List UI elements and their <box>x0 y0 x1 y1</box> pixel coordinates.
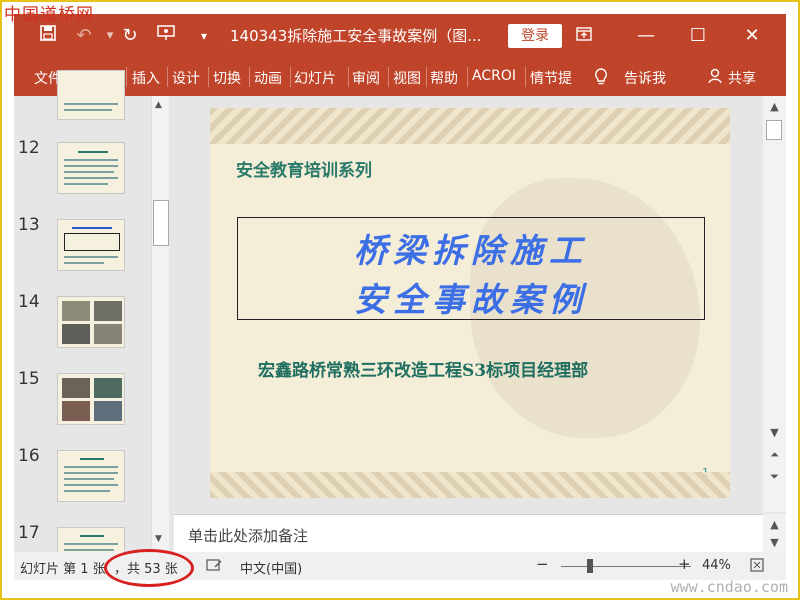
next-slide-icon[interactable]: ⏷ <box>765 468 784 486</box>
close-icon[interactable]: ✕ <box>740 24 764 48</box>
slide-border-pattern <box>210 472 730 498</box>
slide-indicator: 幻灯片 第 1 张 <box>20 562 106 577</box>
zoom-slider-knob[interactable] <box>587 559 593 573</box>
slide-organization[interactable]: 宏鑫路桥常熟三环改造工程S3标项目经理部 <box>258 356 588 381</box>
scroll-down-icon[interactable]: ▼ <box>155 534 162 544</box>
share-button[interactable]: 共享 <box>728 68 756 88</box>
slide-thumbnail[interactable] <box>57 450 125 502</box>
save-icon[interactable] <box>36 24 60 48</box>
tab-view[interactable]: 视图 <box>393 68 421 88</box>
scroll-up-icon[interactable]: ▲ <box>155 100 162 110</box>
slide-thumbnail[interactable] <box>57 142 125 194</box>
slide-thumbnail[interactable] <box>57 70 125 120</box>
previous-slide-icon[interactable]: ⏶ <box>765 446 784 464</box>
notes-pane[interactable]: 单击此处添加备注 <box>174 514 763 552</box>
thumbnail-scrollbar[interactable]: ▲ ▼ <box>151 96 169 552</box>
lightbulb-icon <box>594 68 608 90</box>
notes-placeholder[interactable]: 单击此处添加备注 <box>188 525 308 546</box>
slide-title-line2: 安全事故案例 <box>354 280 588 319</box>
login-button[interactable]: 登录 <box>508 24 562 48</box>
slide-canvas[interactable]: 安全教育培训系列 桥梁拆除施工 安全事故案例 宏鑫路桥常熟三环改造工程S3标项目… <box>210 108 730 498</box>
slide-thumbnail[interactable] <box>57 219 125 271</box>
tab-insert[interactable]: 插入 <box>132 68 160 88</box>
slide-title-line1: 桥梁拆除施工 <box>354 231 588 270</box>
customize-icon[interactable]: ▾ <box>192 24 216 48</box>
zoom-slider[interactable] <box>561 566 691 567</box>
thumbnail-number: 15 <box>18 369 40 389</box>
slide-title-box[interactable]: 桥梁拆除施工 安全事故案例 <box>237 217 705 320</box>
tab-design[interactable]: 设计 <box>172 68 200 88</box>
document-title: 140343拆除施工安全事故案例（图... <box>230 27 482 45</box>
zoom-in-icon[interactable]: + <box>678 555 691 573</box>
tab-review[interactable]: 审阅 <box>352 68 380 88</box>
thumbnail-number: 14 <box>18 292 40 312</box>
scroll-down-icon[interactable]: ▼ <box>765 424 784 442</box>
thumbnail-number: 16 <box>18 446 40 466</box>
slide-thumbnail[interactable] <box>57 373 125 425</box>
zoom-level[interactable]: 44% <box>702 558 731 573</box>
thumbnail-scroll-thumb[interactable] <box>153 200 169 246</box>
minimize-icon[interactable]: — <box>634 24 658 48</box>
maximize-icon[interactable]: ☐ <box>686 24 710 48</box>
slide-scroll-thumb[interactable] <box>766 120 782 140</box>
ribbon-tabs: 文件 开始 插入 设计 切换 动画 幻灯片 审阅 视图 帮助 ACROI 情节提… <box>14 58 786 96</box>
zoom-out-icon[interactable]: − <box>536 555 549 573</box>
url-watermark: www.cndao.com <box>670 578 788 596</box>
scroll-up-icon[interactable]: ▲ <box>765 98 784 116</box>
fit-to-window-icon[interactable] <box>750 558 764 576</box>
slide-scrollbar[interactable]: ▲ ▼ ⏶ ⏷ <box>763 96 786 512</box>
tab-help[interactable]: 帮助 <box>430 68 458 88</box>
tab-acrobat[interactable]: ACROI <box>472 68 524 84</box>
slide-thumbnail[interactable] <box>57 296 125 348</box>
work-area: 12 13 14 15 16 17 ▲ ▼ 安全教育培训系列 桥梁拆除施工 安全… <box>14 70 786 557</box>
scroll-up-icon[interactable]: ▲ <box>765 516 784 534</box>
thumbnail-pane[interactable]: 12 13 14 15 16 17 ▲ ▼ <box>14 70 170 557</box>
tab-animations[interactable]: 动画 <box>254 68 282 88</box>
present-icon[interactable] <box>154 24 178 48</box>
slide-border-pattern <box>210 108 730 144</box>
notes-scrollbar[interactable]: ▲ ▼ <box>763 514 786 552</box>
thumbnail-number: 12 <box>18 138 40 158</box>
ribbon-display-icon[interactable] <box>572 24 596 48</box>
accessibility-icon[interactable] <box>206 558 222 576</box>
highlight-annotation <box>104 549 194 587</box>
thumbnail-number: 17 <box>18 523 40 543</box>
site-watermark: 中国道桥网 <box>4 5 94 25</box>
tab-slideshow[interactable]: 幻灯片 <box>294 68 346 88</box>
tell-me-search[interactable]: 告诉我 <box>624 68 666 88</box>
slide-series-title[interactable]: 安全教育培训系列 <box>236 156 372 181</box>
thumbnail-number: 13 <box>18 215 40 235</box>
undo-icon[interactable]: ↶ <box>72 24 96 48</box>
tab-storyboard[interactable]: 情节提 <box>530 68 582 88</box>
redo-icon[interactable]: ↻ <box>118 24 142 48</box>
scroll-down-icon[interactable]: ▼ <box>765 534 784 552</box>
tab-transitions[interactable]: 切换 <box>213 68 241 88</box>
share-icon <box>708 68 724 88</box>
title-bar: ↶ ▾ ↻ ▾ 140343拆除施工安全事故案例（图... 登录 — ☐ ✕ <box>14 14 786 58</box>
language-indicator[interactable]: 中文(中国) <box>240 558 302 577</box>
